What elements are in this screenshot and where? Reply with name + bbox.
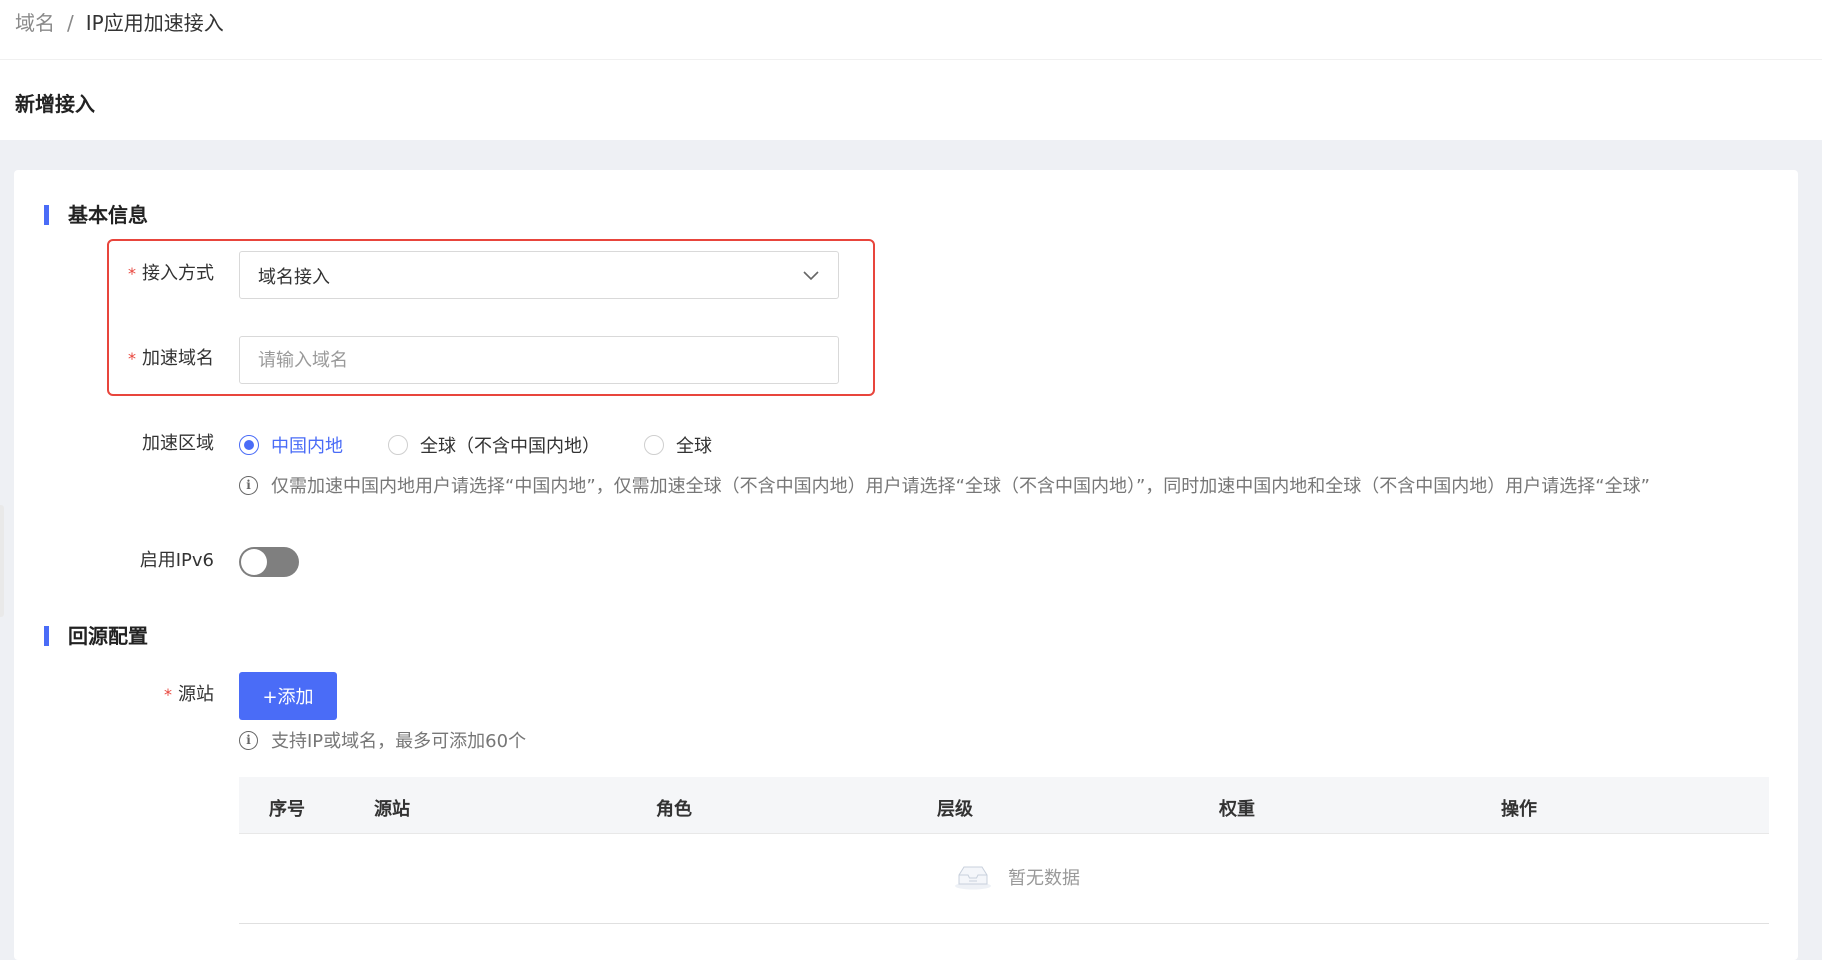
column-header-level: 层级 <box>937 799 973 820</box>
origin-label-text: 源站 <box>178 684 214 705</box>
empty-inbox-icon <box>955 866 991 890</box>
radio-region-global-excl-china[interactable]: 全球（不含中国内地） <box>388 432 600 458</box>
origin-hint: i 支持IP或域名，最多可添加60个 <box>239 727 526 753</box>
region-hint-text: 仅需加速中国内地用户请选择“中国内地”，仅需加速全球（不含中国内地）用户请选择“… <box>271 476 1650 497</box>
domain-label-text: 加速域名 <box>142 348 214 369</box>
origin-hint-text: 支持IP或域名，最多可添加60个 <box>271 731 527 752</box>
info-icon: i <box>239 730 258 750</box>
column-header-action: 操作 <box>1501 799 1537 820</box>
breadcrumb: 域名 / IP应用加速接入 <box>15 10 224 36</box>
radio-label: 中国内地 <box>271 436 343 457</box>
radio-region-global[interactable]: 全球 <box>644 432 712 458</box>
column-header-role: 角色 <box>656 799 692 820</box>
add-origin-button[interactable]: +添加 <box>239 672 337 720</box>
breadcrumb-separator: / <box>67 11 74 35</box>
region-hint: i 仅需加速中国内地用户请选择“中国内地”，仅需加速全球（不含中国内地）用户请选… <box>239 472 1650 498</box>
region-label: 加速区域 <box>142 433 214 454</box>
access-method-select[interactable]: 域名接入 <box>239 251 839 299</box>
required-mark: * <box>128 264 136 283</box>
access-method-value: 域名接入 <box>258 267 330 288</box>
table-header: 序号 源站 角色 层级 权重 操作 <box>239 777 1769 834</box>
side-edge-tab[interactable] <box>0 505 4 617</box>
section-title-basic-info: 基本信息 <box>44 202 148 228</box>
breadcrumb-current: IP应用加速接入 <box>85 11 224 35</box>
origin-table: 序号 源站 角色 层级 权重 操作 暂无数据 <box>239 777 1769 924</box>
ipv6-label: 启用IPv6 <box>139 550 214 571</box>
origin-label: * 源站 <box>64 682 214 708</box>
column-header-weight: 权重 <box>1219 799 1255 820</box>
required-mark: * <box>128 349 136 368</box>
radio-label: 全球 <box>676 436 712 457</box>
empty-text: 暂无数据 <box>1008 868 1080 889</box>
breadcrumb-parent-link[interactable]: 域名 <box>15 11 55 35</box>
empty-state: 暂无数据 <box>954 864 1080 890</box>
info-icon: i <box>239 475 258 495</box>
column-header-origin: 源站 <box>374 799 410 820</box>
section-title-origin-config: 回源配置 <box>44 623 148 649</box>
ipv6-toggle[interactable] <box>239 547 299 577</box>
radio-label: 全球（不含中国内地） <box>420 436 600 457</box>
domain-label: * 加速域名 <box>64 346 214 372</box>
access-method-label-text: 接入方式 <box>142 263 214 284</box>
toggle-knob <box>241 549 267 575</box>
required-mark: * <box>164 685 172 704</box>
column-header-index: 序号 <box>269 799 305 820</box>
title-bar: 新增接入 <box>0 60 1822 140</box>
radio-region-china-mainland[interactable]: 中国内地 <box>239 432 343 458</box>
top-bar: 域名 / IP应用加速接入 <box>0 0 1822 60</box>
chevron-down-icon <box>803 271 819 281</box>
radio-circle-checked <box>239 435 259 455</box>
table-body: 暂无数据 <box>239 834 1769 924</box>
radio-circle <box>388 435 408 455</box>
domain-input[interactable] <box>239 336 839 384</box>
access-method-label: * 接入方式 <box>64 261 214 287</box>
form-card: 基本信息 * 接入方式 域名接入 * 加速域名 加速区域 中国内地 全球（不含中国内… <box>14 170 1798 960</box>
page-title: 新增接入 <box>15 92 95 116</box>
radio-circle <box>644 435 664 455</box>
